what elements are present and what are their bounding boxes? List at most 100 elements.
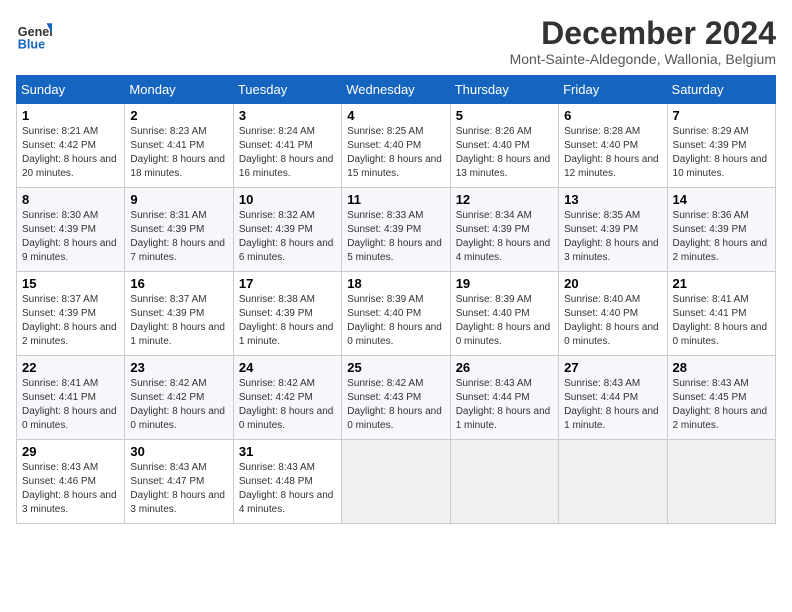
day-number: 1 [22, 108, 119, 123]
weekday-header: Monday [125, 76, 233, 104]
calendar-day-cell: 29 Sunrise: 8:43 AMSunset: 4:46 PMDaylig… [17, 440, 125, 524]
weekday-header: Tuesday [233, 76, 341, 104]
day-number: 6 [564, 108, 661, 123]
day-detail: Sunrise: 8:41 AMSunset: 4:41 PMDaylight:… [22, 378, 117, 431]
calendar-day-cell: 20 Sunrise: 8:40 AMSunset: 4:40 PMDaylig… [559, 272, 667, 356]
calendar-week-row: 1 Sunrise: 8:21 AMSunset: 4:42 PMDayligh… [17, 104, 776, 188]
calendar-day-cell: 16 Sunrise: 8:37 AMSunset: 4:39 PMDaylig… [125, 272, 233, 356]
calendar-day-cell: 17 Sunrise: 8:38 AMSunset: 4:39 PMDaylig… [233, 272, 341, 356]
day-number: 15 [22, 276, 119, 291]
day-detail: Sunrise: 8:26 AMSunset: 4:40 PMDaylight:… [456, 126, 551, 179]
day-number: 20 [564, 276, 661, 291]
month-title: December 2024 [510, 16, 776, 51]
calendar-week-row: 22 Sunrise: 8:41 AMSunset: 4:41 PMDaylig… [17, 356, 776, 440]
calendar-day-cell: 19 Sunrise: 8:39 AMSunset: 4:40 PMDaylig… [450, 272, 558, 356]
day-number: 11 [347, 192, 444, 207]
calendar-day-cell [342, 440, 450, 524]
logo: General Blue [16, 16, 52, 52]
day-number: 24 [239, 360, 336, 375]
day-number: 25 [347, 360, 444, 375]
day-number: 27 [564, 360, 661, 375]
day-detail: Sunrise: 8:42 AMSunset: 4:42 PMDaylight:… [239, 378, 334, 431]
calendar-week-row: 8 Sunrise: 8:30 AMSunset: 4:39 PMDayligh… [17, 188, 776, 272]
calendar-day-cell: 14 Sunrise: 8:36 AMSunset: 4:39 PMDaylig… [667, 188, 775, 272]
calendar-day-cell: 8 Sunrise: 8:30 AMSunset: 4:39 PMDayligh… [17, 188, 125, 272]
title-block: December 2024 Mont-Sainte-Aldegonde, Wal… [510, 16, 776, 67]
day-number: 23 [130, 360, 227, 375]
day-number: 2 [130, 108, 227, 123]
calendar-day-cell: 30 Sunrise: 8:43 AMSunset: 4:47 PMDaylig… [125, 440, 233, 524]
day-detail: Sunrise: 8:25 AMSunset: 4:40 PMDaylight:… [347, 126, 442, 179]
day-detail: Sunrise: 8:23 AMSunset: 4:41 PMDaylight:… [130, 126, 225, 179]
calendar-day-cell: 25 Sunrise: 8:42 AMSunset: 4:43 PMDaylig… [342, 356, 450, 440]
calendar-day-cell: 18 Sunrise: 8:39 AMSunset: 4:40 PMDaylig… [342, 272, 450, 356]
day-detail: Sunrise: 8:32 AMSunset: 4:39 PMDaylight:… [239, 210, 334, 263]
day-detail: Sunrise: 8:39 AMSunset: 4:40 PMDaylight:… [456, 294, 551, 347]
calendar-day-cell: 1 Sunrise: 8:21 AMSunset: 4:42 PMDayligh… [17, 104, 125, 188]
day-number: 30 [130, 444, 227, 459]
calendar-week-row: 29 Sunrise: 8:43 AMSunset: 4:46 PMDaylig… [17, 440, 776, 524]
calendar-day-cell: 5 Sunrise: 8:26 AMSunset: 4:40 PMDayligh… [450, 104, 558, 188]
day-number: 29 [22, 444, 119, 459]
calendar-body: 1 Sunrise: 8:21 AMSunset: 4:42 PMDayligh… [17, 104, 776, 524]
weekday-header: Saturday [667, 76, 775, 104]
day-detail: Sunrise: 8:43 AMSunset: 4:47 PMDaylight:… [130, 462, 225, 515]
calendar-day-cell: 13 Sunrise: 8:35 AMSunset: 4:39 PMDaylig… [559, 188, 667, 272]
calendar-day-cell: 26 Sunrise: 8:43 AMSunset: 4:44 PMDaylig… [450, 356, 558, 440]
calendar-day-cell: 3 Sunrise: 8:24 AMSunset: 4:41 PMDayligh… [233, 104, 341, 188]
calendar-day-cell [667, 440, 775, 524]
day-detail: Sunrise: 8:40 AMSunset: 4:40 PMDaylight:… [564, 294, 659, 347]
day-detail: Sunrise: 8:35 AMSunset: 4:39 PMDaylight:… [564, 210, 659, 263]
day-number: 22 [22, 360, 119, 375]
day-number: 13 [564, 192, 661, 207]
calendar-table: SundayMondayTuesdayWednesdayThursdayFrid… [16, 75, 776, 524]
day-number: 21 [673, 276, 770, 291]
day-number: 8 [22, 192, 119, 207]
day-detail: Sunrise: 8:42 AMSunset: 4:43 PMDaylight:… [347, 378, 442, 431]
calendar-day-cell: 28 Sunrise: 8:43 AMSunset: 4:45 PMDaylig… [667, 356, 775, 440]
day-number: 5 [456, 108, 553, 123]
day-detail: Sunrise: 8:43 AMSunset: 4:45 PMDaylight:… [673, 378, 768, 431]
calendar-day-cell: 24 Sunrise: 8:42 AMSunset: 4:42 PMDaylig… [233, 356, 341, 440]
calendar-day-cell: 11 Sunrise: 8:33 AMSunset: 4:39 PMDaylig… [342, 188, 450, 272]
day-detail: Sunrise: 8:37 AMSunset: 4:39 PMDaylight:… [22, 294, 117, 347]
weekday-header: Friday [559, 76, 667, 104]
logo-icon: General Blue [16, 16, 52, 52]
day-detail: Sunrise: 8:43 AMSunset: 4:44 PMDaylight:… [456, 378, 551, 431]
day-detail: Sunrise: 8:38 AMSunset: 4:39 PMDaylight:… [239, 294, 334, 347]
weekday-header: Wednesday [342, 76, 450, 104]
day-number: 31 [239, 444, 336, 459]
weekday-header: Sunday [17, 76, 125, 104]
calendar-day-cell: 4 Sunrise: 8:25 AMSunset: 4:40 PMDayligh… [342, 104, 450, 188]
day-number: 12 [456, 192, 553, 207]
day-detail: Sunrise: 8:29 AMSunset: 4:39 PMDaylight:… [673, 126, 768, 179]
calendar-day-cell [559, 440, 667, 524]
day-number: 4 [347, 108, 444, 123]
svg-text:Blue: Blue [18, 37, 45, 51]
day-detail: Sunrise: 8:43 AMSunset: 4:44 PMDaylight:… [564, 378, 659, 431]
calendar-day-cell: 7 Sunrise: 8:29 AMSunset: 4:39 PMDayligh… [667, 104, 775, 188]
day-number: 7 [673, 108, 770, 123]
day-detail: Sunrise: 8:21 AMSunset: 4:42 PMDaylight:… [22, 126, 117, 179]
day-number: 10 [239, 192, 336, 207]
calendar-day-cell: 27 Sunrise: 8:43 AMSunset: 4:44 PMDaylig… [559, 356, 667, 440]
calendar-day-cell: 9 Sunrise: 8:31 AMSunset: 4:39 PMDayligh… [125, 188, 233, 272]
day-detail: Sunrise: 8:34 AMSunset: 4:39 PMDaylight:… [456, 210, 551, 263]
day-detail: Sunrise: 8:31 AMSunset: 4:39 PMDaylight:… [130, 210, 225, 263]
day-detail: Sunrise: 8:43 AMSunset: 4:48 PMDaylight:… [239, 462, 334, 515]
calendar-day-cell: 23 Sunrise: 8:42 AMSunset: 4:42 PMDaylig… [125, 356, 233, 440]
day-number: 14 [673, 192, 770, 207]
location-subtitle: Mont-Sainte-Aldegonde, Wallonia, Belgium [510, 51, 776, 67]
day-detail: Sunrise: 8:43 AMSunset: 4:46 PMDaylight:… [22, 462, 117, 515]
day-number: 9 [130, 192, 227, 207]
calendar-day-cell: 6 Sunrise: 8:28 AMSunset: 4:40 PMDayligh… [559, 104, 667, 188]
day-detail: Sunrise: 8:41 AMSunset: 4:41 PMDaylight:… [673, 294, 768, 347]
day-detail: Sunrise: 8:30 AMSunset: 4:39 PMDaylight:… [22, 210, 117, 263]
calendar-day-cell: 21 Sunrise: 8:41 AMSunset: 4:41 PMDaylig… [667, 272, 775, 356]
calendar-day-cell: 12 Sunrise: 8:34 AMSunset: 4:39 PMDaylig… [450, 188, 558, 272]
calendar-day-cell: 10 Sunrise: 8:32 AMSunset: 4:39 PMDaylig… [233, 188, 341, 272]
day-detail: Sunrise: 8:24 AMSunset: 4:41 PMDaylight:… [239, 126, 334, 179]
day-number: 26 [456, 360, 553, 375]
weekday-header: Thursday [450, 76, 558, 104]
day-number: 17 [239, 276, 336, 291]
